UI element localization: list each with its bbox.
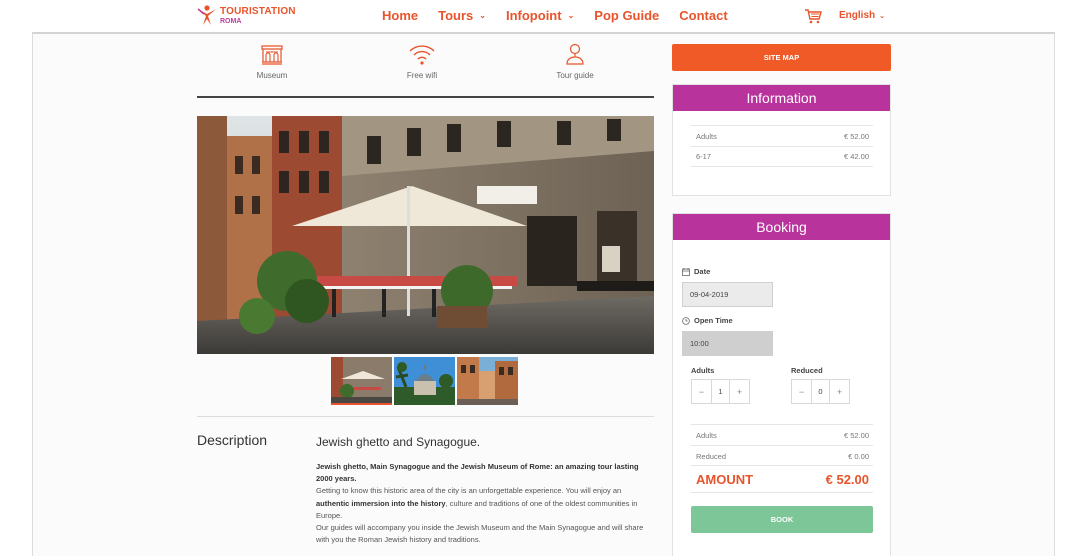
thumbnail-1[interactable] [331, 357, 392, 405]
plus-button[interactable]: + [830, 380, 849, 403]
minus-button[interactable]: − [692, 380, 711, 403]
summary-row-value: € 0.00 [848, 451, 869, 461]
price-row: 6-17 € 42.00 [691, 146, 873, 167]
price-row: Adults € 52.00 [691, 125, 873, 146]
chevron-down-icon: ⌄ [567, 11, 575, 20]
main-nav: Home Tours ⌄ Infopoint ⌄ Pop Guide Contact [382, 8, 748, 23]
date-input[interactable]: 09-04-2019 [682, 282, 773, 307]
summary-row: Reduced € 0.00 [691, 445, 873, 466]
feature-museum: Museum [227, 42, 317, 80]
logo-subtitle: ROMA [220, 18, 242, 25]
features-bar: Museum Free wifi Tour guide [197, 42, 654, 98]
nav-contact-label: Contact [679, 8, 728, 23]
plus-button[interactable]: + [730, 380, 749, 403]
section-divider [197, 416, 654, 417]
nav-pop-guide[interactable]: Pop Guide [594, 8, 659, 23]
wifi-icon [409, 45, 435, 65]
chevron-down-icon: ⌄ [479, 11, 486, 20]
information-panel: Information Adults € 52.00 6-17 € 42.00 [672, 84, 891, 196]
price-row-value: € 42.00 [843, 152, 869, 161]
date-label: Date [682, 267, 710, 276]
nav-home[interactable]: Home [382, 8, 418, 23]
price-row-label: 6-17 [696, 152, 712, 161]
book-button[interactable]: BOOK [691, 506, 873, 533]
reduced-label: Reduced [791, 366, 823, 375]
open-time-label: Open Time [682, 316, 733, 325]
amount-value: € 52.00 [825, 471, 869, 487]
old-street-photo [457, 357, 518, 405]
price-row-value: € 52.00 [843, 131, 869, 141]
feature-tour-guide: Tour guide [530, 42, 620, 80]
summary-row-label: Reduced [696, 451, 727, 461]
reduced-stepper: − 0 + [791, 379, 850, 404]
tour-guide-icon [566, 43, 584, 65]
booking-title: Booking [673, 214, 890, 240]
synagogue-dome-photo [394, 357, 455, 405]
site-map-button[interactable]: SITE MAP [672, 44, 891, 71]
touristation-logo-icon [197, 5, 216, 25]
description-heading: Description [197, 432, 268, 448]
language-label: English [839, 10, 876, 21]
description-body: Jewish ghetto, Main Synagogue and the Je… [316, 461, 656, 546]
information-title: Information [673, 85, 890, 111]
summary-row: Adults € 52.00 [691, 424, 873, 445]
thumbnail-3[interactable] [457, 357, 518, 405]
photo-thumbnails [331, 357, 520, 405]
clock-icon [682, 316, 690, 325]
feature-label: Tour guide [556, 71, 594, 80]
description-paragraph-2: Our guides will accompany you inside the… [316, 523, 644, 545]
calendar-icon [682, 267, 690, 276]
street-restaurant-photo [197, 116, 654, 354]
description-intro: Jewish ghetto, Main Synagogue and the Je… [316, 462, 639, 484]
description-subtitle: Jewish ghetto and Synagogue. [316, 435, 481, 449]
date-label-text: Date [694, 267, 711, 276]
nav-pop-guide-label: Pop Guide [594, 8, 660, 23]
summary-row-label: Adults [696, 430, 717, 440]
description-paragraph-1: Getting to know this historic area of th… [316, 486, 622, 496]
museum-icon [261, 45, 283, 65]
adults-stepper: − 1 + [691, 379, 750, 404]
nav-infopoint-label: Infopoint [505, 8, 562, 23]
reduced-quantity[interactable]: 0 [810, 380, 831, 403]
hero-photo[interactable] [197, 116, 654, 354]
header: TOURISTATION ROMA Home Tours ⌄ Infopoint ⌄… [0, 0, 1088, 32]
adults-label: Adults [691, 366, 715, 375]
minus-button[interactable]: − [792, 380, 811, 403]
description-highlight: authentic immersion into the history [316, 498, 446, 508]
logo[interactable]: TOURISTATION ROMA [196, 4, 296, 28]
adults-quantity[interactable]: 1 [710, 380, 731, 403]
open-time-label-text: Open Time [694, 316, 733, 325]
feature-label: Museum [256, 71, 288, 80]
chevron-down-icon: ⌄ [879, 12, 885, 20]
feature-label: Free wifi [406, 71, 438, 80]
logo-title: TOURISTATION [220, 6, 296, 17]
amount-label: AMOUNT [696, 471, 754, 487]
street-restaurant-photo [331, 357, 392, 403]
feature-wifi: Free wifi [377, 42, 467, 80]
booking-panel: Booking Date 09-04-2019 Open Time 10:00 … [672, 213, 891, 556]
nav-infopoint[interactable]: Infopoint ⌄ [506, 8, 574, 23]
amount-row: AMOUNT € 52.00 [691, 465, 873, 493]
cart-icon[interactable] [804, 9, 822, 24]
price-row-label: Adults [696, 131, 717, 141]
nav-contact[interactable]: Contact [679, 8, 727, 23]
language-selector[interactable]: English ⌄ [839, 10, 885, 21]
summary-row-value: € 52.00 [843, 430, 869, 440]
open-time-select[interactable]: 10:00 [682, 331, 773, 356]
thumbnail-2[interactable] [394, 357, 455, 405]
nav-tours-label: Tours [438, 8, 474, 23]
nav-tours[interactable]: Tours ⌄ [438, 8, 486, 23]
nav-home-label: Home [382, 8, 419, 23]
